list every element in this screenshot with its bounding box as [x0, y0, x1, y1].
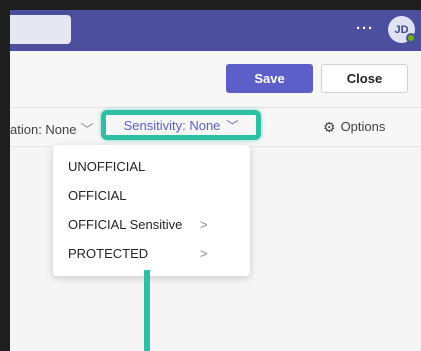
- title-bar: ··· JD: [10, 10, 421, 51]
- menu-item-official[interactable]: OFFICIAL: [53, 181, 250, 210]
- command-bar: Save Close: [10, 51, 421, 106]
- options-button[interactable]: ⚙ Options: [323, 119, 385, 136]
- menu-item-protected[interactable]: PROTECTED >: [53, 239, 250, 268]
- gear-icon: ⚙: [323, 119, 336, 135]
- more-options-icon[interactable]: ···: [356, 20, 374, 37]
- search-box[interactable]: [10, 15, 71, 44]
- callout-pointer: [144, 270, 150, 351]
- close-button[interactable]: Close: [321, 64, 408, 93]
- chevron-right-icon: >: [200, 246, 208, 261]
- sensitivity-label: Sensitivity: None: [123, 117, 221, 133]
- presence-available-icon: [406, 33, 416, 43]
- app-window: ··· JD Save Close ation: None ﹀ Sensitivi…: [10, 10, 421, 351]
- label-toolbar: ation: None ﹀ Sensitivity: None ﹀ ⚙ Options: [10, 107, 421, 147]
- save-button[interactable]: Save: [226, 64, 313, 93]
- classification-label: ation: None: [10, 122, 77, 137]
- menu-item-unofficial[interactable]: UNOFFICIAL: [53, 152, 250, 181]
- chevron-right-icon: >: [200, 217, 208, 232]
- menu-item-label: PROTECTED: [68, 246, 149, 261]
- sensitivity-dropdown[interactable]: Sensitivity: None ﹀: [101, 110, 261, 140]
- classification-dropdown[interactable]: ation: None ﹀: [10, 119, 94, 138]
- sensitivity-menu: UNOFFICIAL OFFICIAL OFFICIAL Sensitive >…: [53, 145, 250, 276]
- menu-item-label: UNOFFICIAL: [68, 159, 146, 174]
- menu-item-label: OFFICIAL Sensitive: [68, 217, 183, 232]
- menu-item-official-sensitive[interactable]: OFFICIAL Sensitive >: [53, 210, 250, 239]
- chevron-down-icon: ﹀: [226, 118, 239, 133]
- options-label: Options: [340, 119, 386, 134]
- menu-item-label: OFFICIAL: [68, 188, 127, 203]
- chevron-down-icon: ﹀: [80, 122, 94, 137]
